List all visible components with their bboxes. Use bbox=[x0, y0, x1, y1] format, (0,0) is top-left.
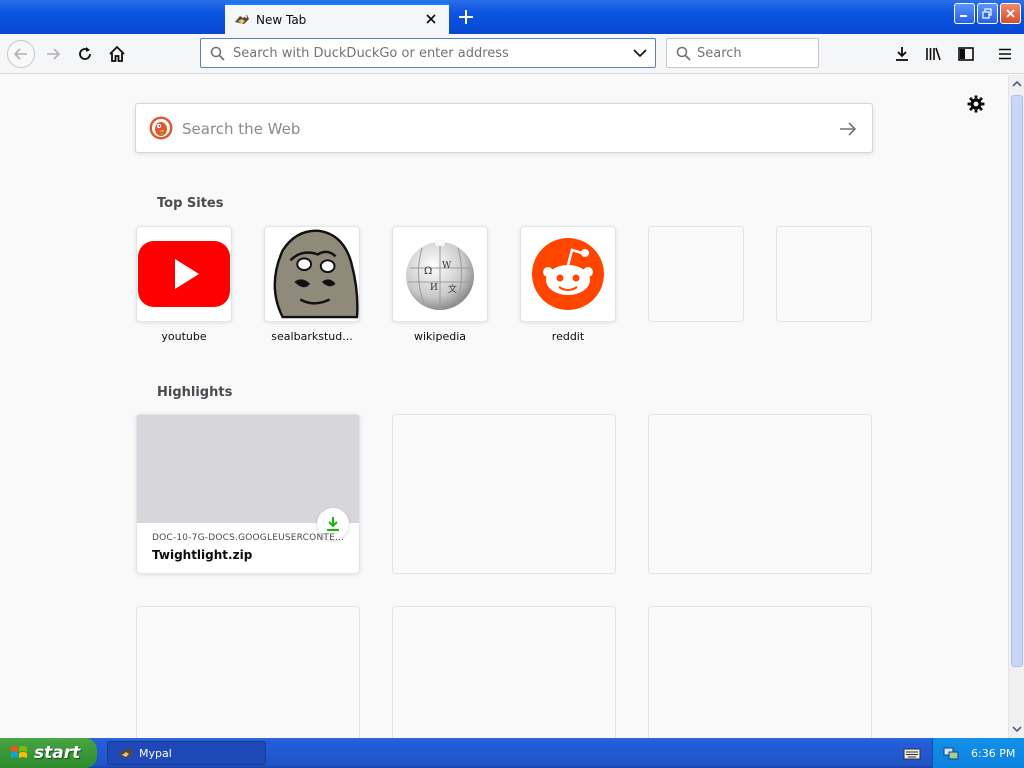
network-icon[interactable] bbox=[943, 745, 959, 761]
url-bar[interactable] bbox=[200, 38, 656, 68]
scroll-up-icon[interactable] bbox=[1011, 78, 1023, 90]
top-site-label: wikipedia bbox=[413, 330, 466, 343]
top-site-empty[interactable] bbox=[776, 226, 872, 322]
reload-button[interactable] bbox=[73, 42, 97, 66]
taskbar-item-label: Mypal bbox=[139, 746, 172, 760]
window-controls bbox=[954, 3, 1021, 24]
top-site-label: sealbarkstud... bbox=[271, 330, 353, 343]
home-icon bbox=[109, 45, 125, 62]
url-input[interactable] bbox=[233, 44, 623, 62]
highlight-card-download[interactable]: DOC-10-7G-DOCS.GOOGLEUSERCONTEN... Twigh… bbox=[136, 414, 360, 574]
minimize-button[interactable] bbox=[954, 3, 975, 24]
sidebar-button[interactable] bbox=[954, 42, 978, 66]
highlight-preview bbox=[137, 415, 359, 523]
search-bar[interactable] bbox=[666, 38, 819, 68]
svg-text:Ω: Ω bbox=[424, 266, 432, 277]
sidebar-icon bbox=[958, 47, 974, 61]
back-arrow-icon bbox=[13, 48, 27, 60]
library-icon bbox=[926, 47, 941, 61]
search-icon bbox=[676, 46, 691, 61]
download-icon bbox=[896, 47, 908, 61]
back-button[interactable] bbox=[7, 40, 35, 68]
mypal-favicon-icon bbox=[235, 14, 249, 24]
search-icon bbox=[210, 46, 225, 61]
highlight-card-empty bbox=[136, 606, 360, 738]
top-site-wikipedia[interactable]: Ω W И 文 wikipedia bbox=[392, 226, 488, 343]
menu-button[interactable] bbox=[993, 42, 1017, 66]
top-site-sealbarkstudio[interactable]: sealbarkstud... bbox=[264, 226, 360, 343]
windows-flag-icon bbox=[11, 746, 27, 758]
highlight-card-empty bbox=[392, 606, 616, 738]
wikipedia-globe-icon: Ω W И 文 bbox=[406, 240, 474, 310]
forward-arrow-icon bbox=[47, 48, 61, 60]
taskbar-item-mypal[interactable]: Mypal bbox=[107, 741, 266, 765]
svg-text:И: И bbox=[430, 283, 438, 293]
close-tab-icon[interactable] bbox=[423, 11, 439, 27]
gear-icon[interactable] bbox=[966, 94, 986, 114]
close-icon bbox=[1006, 9, 1015, 18]
scroll-down-icon[interactable] bbox=[1011, 723, 1023, 735]
top-sites-title: Top Sites bbox=[157, 196, 224, 211]
navigation-toolbar bbox=[0, 34, 1024, 74]
seal-drawing-icon bbox=[273, 229, 359, 319]
start-button[interactable]: start bbox=[0, 738, 97, 768]
svg-text:W: W bbox=[442, 261, 452, 271]
restore-icon bbox=[982, 8, 992, 19]
forward-button[interactable] bbox=[41, 42, 65, 66]
web-search-box[interactable] bbox=[135, 103, 873, 153]
vertical-scrollbar[interactable] bbox=[1008, 75, 1024, 738]
highlight-host: DOC-10-7G-DOCS.GOOGLEUSERCONTEN... bbox=[152, 533, 348, 543]
highlight-card-empty bbox=[648, 606, 872, 738]
library-button[interactable] bbox=[922, 42, 946, 66]
reddit-alien-icon bbox=[532, 238, 604, 310]
top-site-youtube[interactable]: youtube bbox=[136, 226, 232, 343]
downloads-button[interactable] bbox=[890, 42, 914, 66]
web-search-input[interactable] bbox=[182, 118, 802, 140]
svg-text:文: 文 bbox=[448, 283, 457, 295]
top-site-label: reddit bbox=[551, 330, 585, 343]
arrow-right-icon[interactable] bbox=[838, 119, 858, 139]
keyboard-icon[interactable] bbox=[903, 746, 921, 760]
highlight-card-empty bbox=[392, 414, 616, 574]
system-tray: 6:36 PM bbox=[932, 738, 1024, 768]
download-icon bbox=[327, 517, 339, 531]
clock: 6:36 PM bbox=[971, 746, 1016, 760]
highlight-filename: Twightlight.zip bbox=[152, 548, 253, 562]
taskbar: start Mypal 6:36 PM bbox=[0, 738, 1024, 768]
tab-title: New Tab bbox=[256, 12, 307, 27]
scrollbar-thumb[interactable] bbox=[1011, 95, 1023, 667]
mypal-icon bbox=[119, 748, 133, 758]
hamburger-menu-icon bbox=[999, 48, 1011, 60]
start-label: start bbox=[34, 743, 81, 763]
search-input[interactable] bbox=[697, 44, 807, 62]
highlights-title: Highlights bbox=[157, 385, 233, 400]
title-bar: New Tab bbox=[0, 0, 1024, 34]
chevron-down-icon[interactable] bbox=[633, 48, 647, 58]
top-site-label: youtube bbox=[161, 330, 207, 343]
minimize-icon bbox=[960, 15, 967, 17]
new-tab-page: Top Sites youtube sealbarkstud... bbox=[0, 75, 1008, 738]
top-site-empty[interactable] bbox=[648, 226, 744, 322]
top-site-reddit[interactable]: reddit bbox=[520, 226, 616, 343]
duckduckgo-icon bbox=[149, 116, 173, 140]
reload-icon bbox=[79, 47, 91, 60]
highlight-card-empty bbox=[648, 414, 872, 574]
home-button[interactable] bbox=[105, 42, 129, 66]
tab-new-tab[interactable]: New Tab bbox=[225, 3, 449, 34]
youtube-logo-icon bbox=[138, 241, 230, 307]
close-window-button[interactable] bbox=[1000, 3, 1021, 24]
new-tab-plus-icon[interactable] bbox=[456, 7, 476, 27]
restore-button[interactable] bbox=[977, 3, 998, 24]
